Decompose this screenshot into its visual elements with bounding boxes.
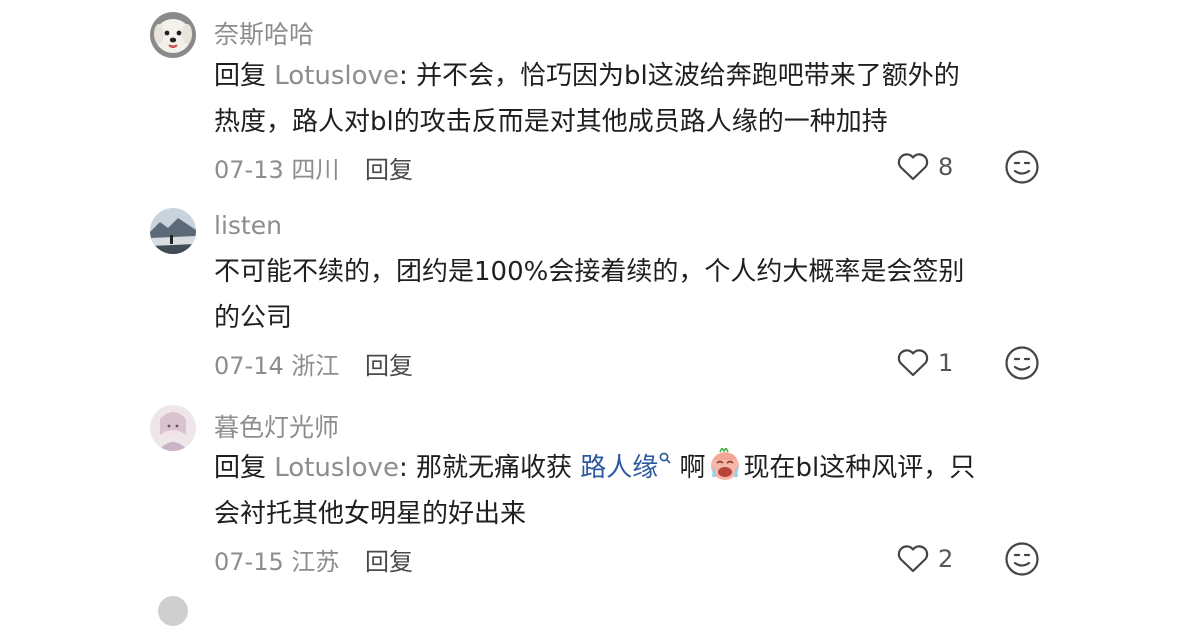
- comment-location: 江苏: [291, 548, 340, 576]
- search-link-text: 路人缘: [580, 453, 659, 483]
- comment-text: 回复 Lotuslove: 那就无痛收获 路人缘 啊 现在bl这种风评，只 会衬…: [214, 445, 1044, 537]
- emoji-react-icon[interactable]: [1004, 541, 1040, 577]
- comment-location: 四川: [291, 156, 340, 184]
- white-dog-avatar-icon[interactable]: [150, 12, 196, 58]
- comment-line-1-b: 啊: [671, 453, 706, 483]
- comment-meta: 07-15 江苏 回复: [214, 542, 413, 577]
- comment-line-1: 不可能不续的，团约是100%会接着续的，个人约大概率是会签别: [214, 257, 965, 287]
- comment-line-2: 会衬托其他女明星的好出来: [214, 499, 527, 529]
- comment-date: 07-14: [214, 352, 284, 380]
- comment-line-1-c: 现在bl这种风评，只: [743, 453, 976, 483]
- emoji-react-icon[interactable]: [1004, 345, 1040, 381]
- comment-line: 回复 Lotuslove: 并不会，恰巧因为bl这波给奔跑吧带来了额外的: [214, 53, 1044, 99]
- reply-colon: :: [398, 61, 416, 91]
- reply-colon: :: [398, 453, 416, 483]
- illustration-avatar-icon[interactable]: [150, 405, 196, 451]
- reply-target-user[interactable]: Lotuslove: [274, 61, 399, 91]
- search-link[interactable]: 路人缘: [580, 452, 671, 483]
- landscape-avatar-icon[interactable]: [150, 208, 196, 254]
- comment-line: 回复 Lotuslove: 那就无痛收获 路人缘 啊 现在bl这种风评，只: [214, 445, 1044, 491]
- comment-date: 07-13: [214, 156, 284, 184]
- heart-icon: [897, 349, 929, 377]
- reply-target-user[interactable]: Lotuslove: [274, 453, 399, 483]
- reply-button[interactable]: 回复: [365, 156, 413, 184]
- comment-meta: 07-13 四川 回复: [214, 150, 413, 185]
- reply-button[interactable]: 回复: [365, 548, 413, 576]
- comment-line-2: 的公司: [214, 303, 293, 333]
- crying-face-emoji-icon: [708, 446, 742, 482]
- like-button[interactable]: 2: [896, 542, 953, 576]
- comment-line-2: 热度，路人对bl的攻击反而是对其他成员路人缘的一种加持: [214, 107, 888, 137]
- comment-line-1-a: 那就无痛收获: [415, 453, 581, 483]
- like-button[interactable]: 8: [896, 150, 953, 184]
- like-count: 1: [938, 349, 954, 377]
- reply-button[interactable]: 回复: [365, 352, 413, 380]
- search-icon: [659, 452, 671, 464]
- heart-icon: [897, 153, 929, 181]
- emoji-react-icon[interactable]: [1004, 149, 1040, 185]
- comment-text: 回复 Lotuslove: 并不会，恰巧因为bl这波给奔跑吧带来了额外的 热度，…: [214, 53, 1044, 145]
- comment-date: 07-15: [214, 548, 284, 576]
- comment-username[interactable]: 暮色灯光师: [214, 408, 339, 444]
- like-count: 8: [938, 153, 954, 181]
- comment-location: 浙江: [291, 352, 340, 380]
- like-count: 2: [938, 545, 954, 573]
- comment-username[interactable]: 奈斯哈哈: [214, 15, 314, 51]
- reply-prefix: 回复: [214, 61, 275, 91]
- comment-username[interactable]: listen: [214, 211, 282, 240]
- reply-prefix: 回复: [214, 453, 275, 483]
- comment-text: 不可能不续的，团约是100%会接着续的，个人约大概率是会签别 的公司: [214, 249, 1044, 341]
- next-comment-avatar[interactable]: [158, 596, 188, 626]
- comment-line-1: 并不会，恰巧因为bl这波给奔跑吧带来了额外的: [415, 61, 960, 91]
- heart-icon: [897, 545, 929, 573]
- like-button[interactable]: 1: [896, 346, 953, 380]
- comment-meta: 07-14 浙江 回复: [214, 346, 413, 381]
